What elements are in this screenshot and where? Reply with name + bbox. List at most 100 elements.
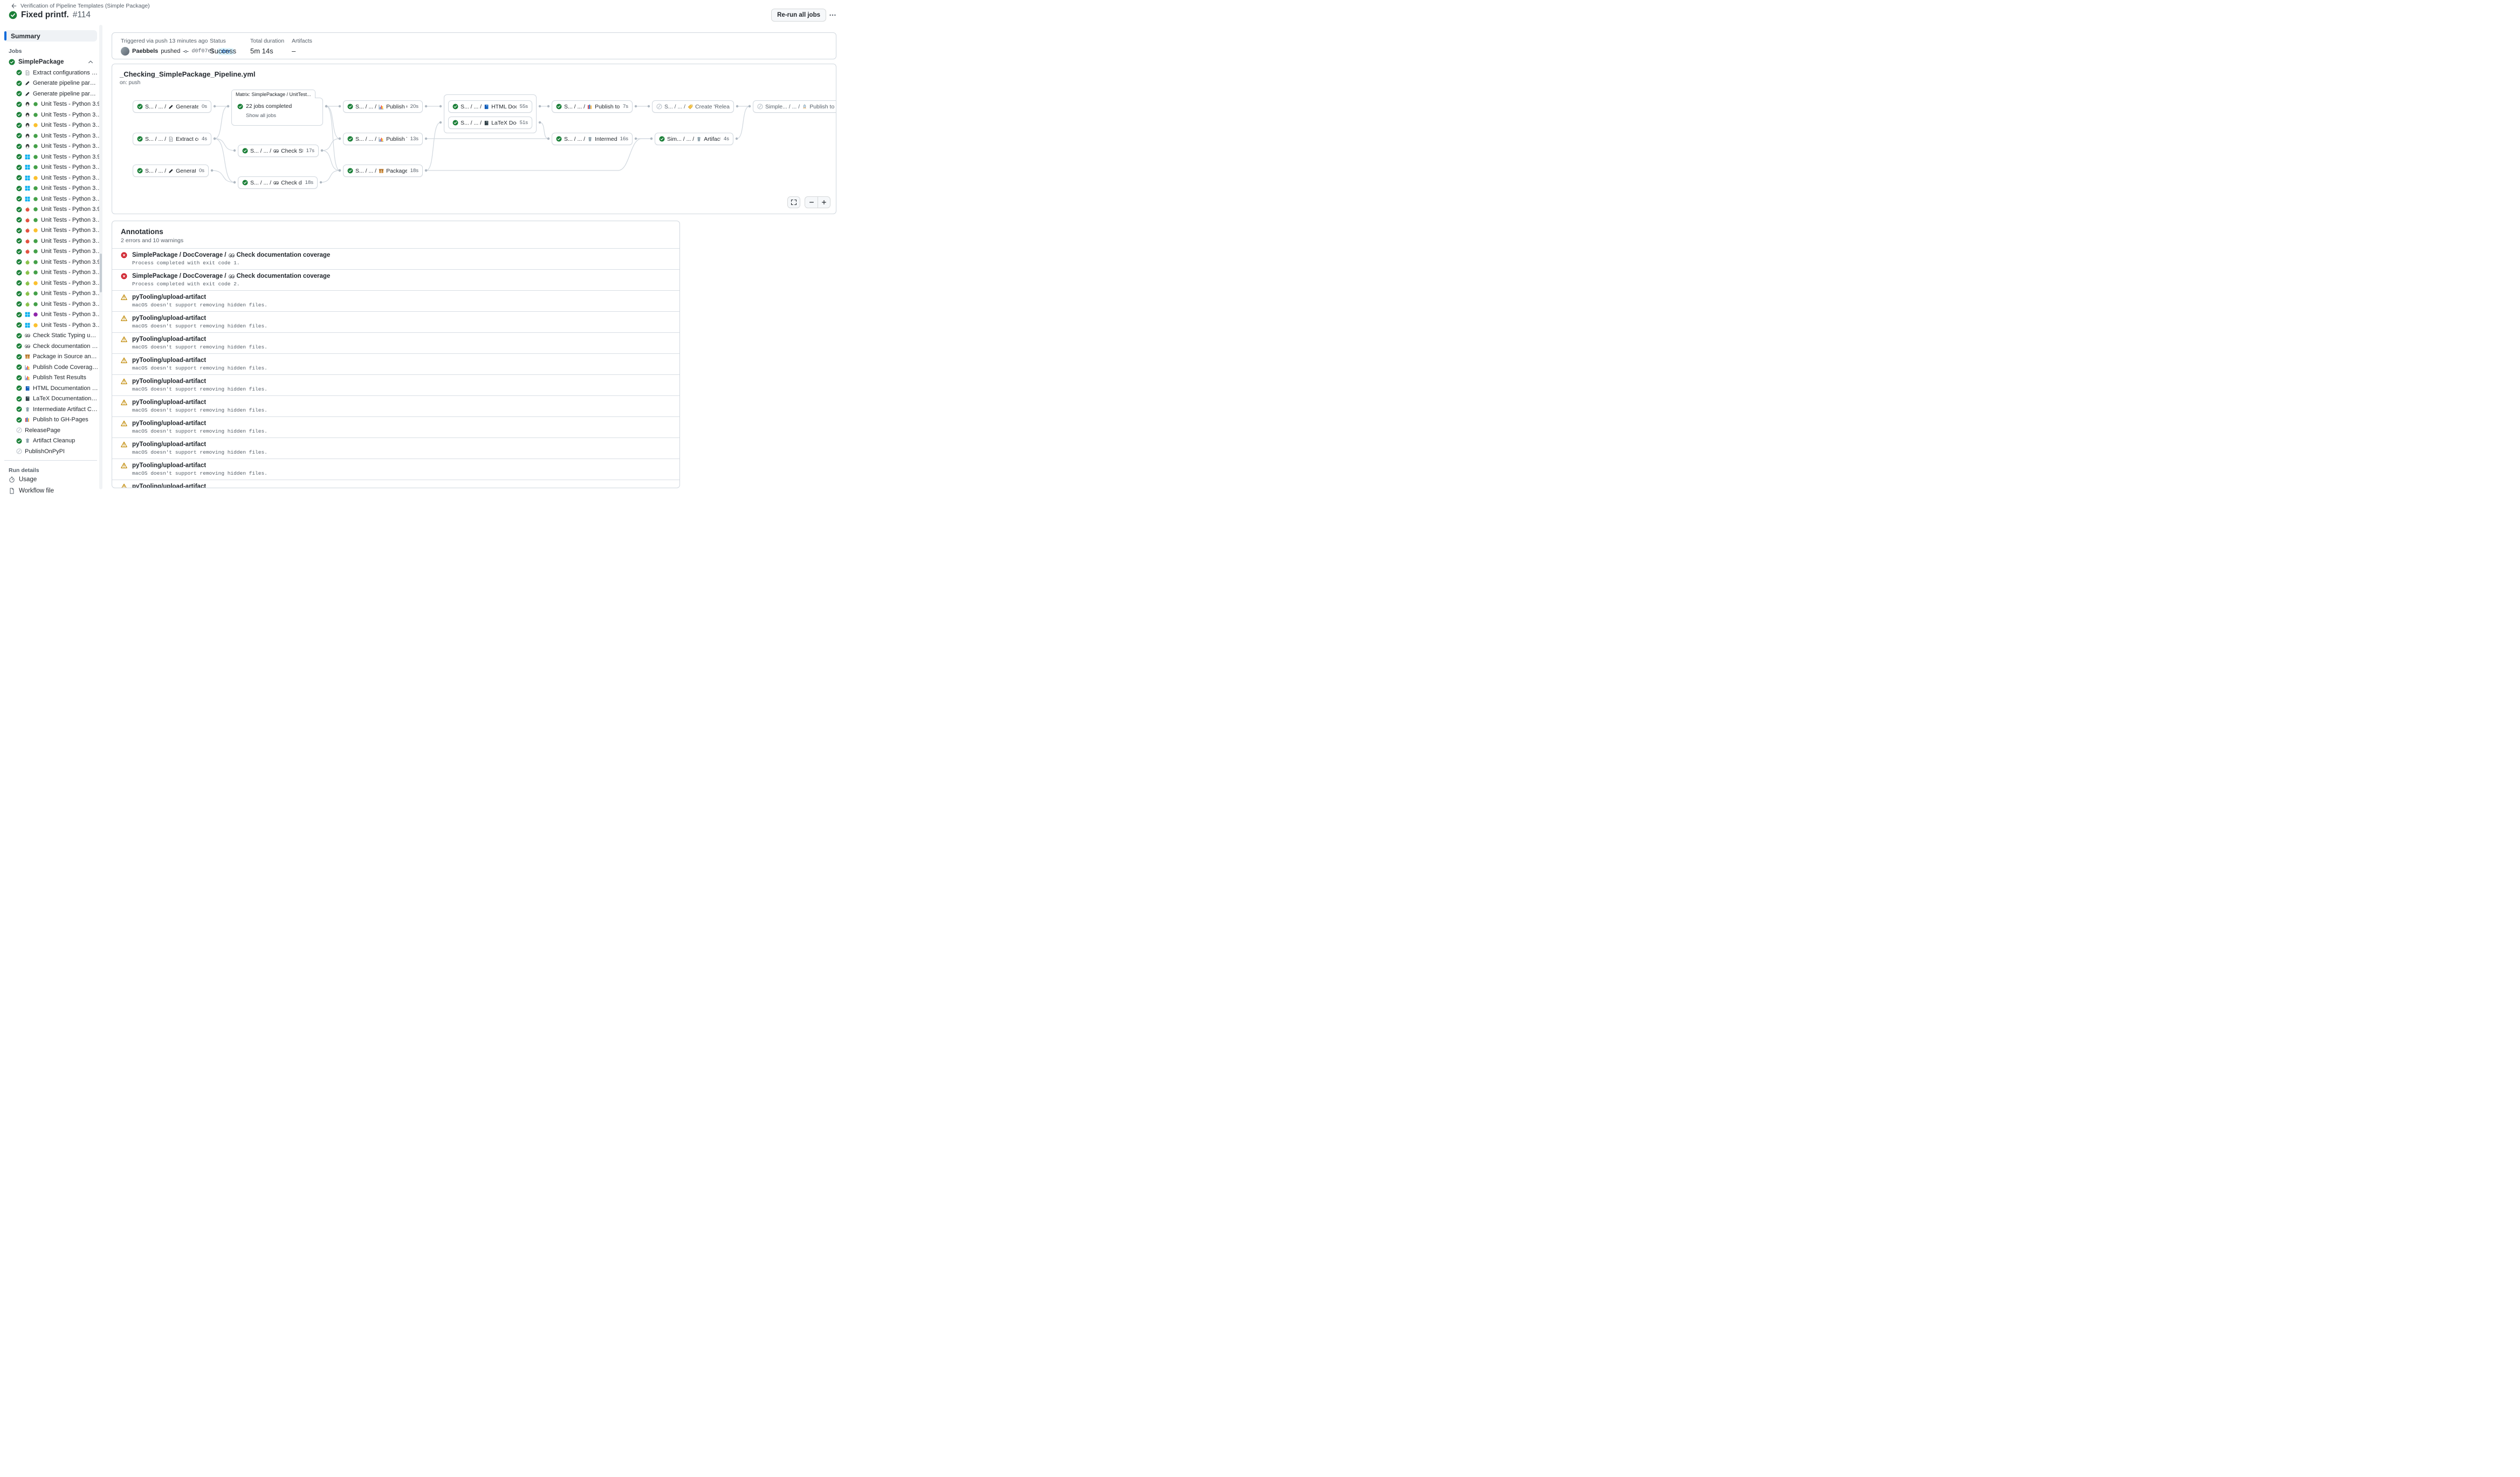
sidebar-job[interactable]: Unit Tests - Python 3.13 <box>4 194 102 204</box>
status-column: Status Success <box>210 38 250 54</box>
zoom-out-button[interactable] <box>805 196 818 208</box>
actor-name[interactable]: Paebbels <box>132 48 158 54</box>
sidebar-job[interactable]: Publish Code Coverage Results <box>4 362 102 373</box>
graph-node-pubCodeCov[interactable]: S... / ... /Publish Code C...20s <box>343 100 423 113</box>
scrollbar-thumb[interactable] <box>100 254 102 292</box>
sidebar-job[interactable]: LaTeX Documentation using ... <box>4 394 102 405</box>
job-label: Check documentation covera... <box>33 343 99 350</box>
book-dark-icon <box>25 396 30 401</box>
sidebar-job[interactable]: Publish Test Results <box>4 373 102 384</box>
node-prefix: S... / ... / <box>564 136 585 142</box>
check-success-icon <box>16 291 22 297</box>
sidebar-job[interactable]: Generate pipeline parameters <box>4 88 102 99</box>
artifacts-value: – <box>292 47 312 55</box>
rerun-all-jobs-button[interactable]: Re-run all jobs <box>771 9 826 22</box>
avatar[interactable] <box>121 47 129 56</box>
kebab-menu-button[interactable] <box>826 9 839 21</box>
sidebar-job[interactable]: Unit Tests - Python 3.12 <box>4 131 102 141</box>
sidebar-scrollbar[interactable] <box>99 25 102 489</box>
zoom-in-button[interactable] <box>818 196 830 208</box>
warning-icon <box>121 483 127 488</box>
graph-node-packageSrc[interactable]: S... / ... /Package in Sou...18s <box>343 165 423 177</box>
windows-icon <box>25 323 30 328</box>
sidebar-job[interactable]: Check documentation covera... <box>4 341 102 352</box>
sidebar-workflow-group[interactable]: SimplePackage <box>4 57 99 67</box>
sidebar-job[interactable]: Unit Tests - Python 3.9 <box>4 99 102 110</box>
job-label: Extract configurations from p... <box>33 70 99 76</box>
graph-node-htmlDoc[interactable]: S... / ... /HTML Docume...55s <box>448 100 532 113</box>
sidebar-job[interactable]: Unit Tests - Python 3.10 <box>4 268 102 278</box>
sidebar-job[interactable]: Unit Tests - Python 3.11 <box>4 278 102 289</box>
graph-node-intermediate[interactable]: S... / ... /Intermediate A...16s <box>552 133 633 145</box>
node-prefix: S... / ... / <box>355 104 376 110</box>
sidebar-item-usage[interactable]: Usage <box>4 475 102 485</box>
node-label: Artifact Cleanup <box>704 136 720 142</box>
job-label: Publish Code Coverage Results <box>33 364 99 371</box>
graph-node-createRelease[interactable]: S... / ... /Create 'Release Pa... <box>652 100 734 113</box>
sidebar-job[interactable]: Unit Tests - Python 3.10 <box>4 110 102 120</box>
graph-node-checkDoc[interactable]: S... / ... /Check docume...18s <box>238 176 318 189</box>
graph-node-pubPyPI[interactable]: Simple... / ... /Publish to PyPI <box>753 100 836 113</box>
status-value: Success <box>210 47 250 55</box>
sidebar-job[interactable]: Unit Tests - Python 3.11 <box>4 120 102 131</box>
show-all-jobs-link[interactable]: Show all jobs <box>246 113 317 119</box>
sidebar-job[interactable]: Unit Tests - Python 3.13 <box>4 299 102 310</box>
matrix-group-tab[interactable]: Matrix: SimplePackage / UnitTest... <box>231 90 315 98</box>
trash-icon <box>587 136 593 142</box>
sidebar-job[interactable]: Unit Tests - Python 3.12 <box>4 320 102 331</box>
sidebar-job[interactable]: Intermediate Artifact Cleanup <box>4 404 102 415</box>
sidebar-job[interactable]: Unit Tests - Python 3.9 <box>4 257 102 268</box>
chevron-up-icon[interactable] <box>87 59 94 65</box>
sidebar-job[interactable]: Unit Tests - Python 3.10 <box>4 215 102 225</box>
sidebar-job[interactable]: Unit Tests - Python 3.9 <box>4 204 102 215</box>
annotation-row: pyTooling/upload-artifactmacOS doesn't s… <box>112 311 679 332</box>
sidebar-job[interactable]: Unit Tests - Python 3.11 <box>4 173 102 183</box>
sidebar-job[interactable]: Unit Tests - Python 3.10 <box>4 162 102 173</box>
graph-node-artifactCleanup[interactable]: Sim... / ... /Artifact Cleanup4s <box>655 133 733 145</box>
graph-node-checkStatic[interactable]: S... / ... /Check Static Ty...17s <box>238 145 319 157</box>
sidebar-job[interactable]: Publish to GH-Pages <box>4 415 102 426</box>
sidebar-job[interactable]: Artifact Cleanup <box>4 436 102 447</box>
warning-icon <box>121 462 127 469</box>
sidebar-item-summary[interactable]: Summary <box>4 30 97 42</box>
node-prefix: S... / ... / <box>664 104 685 110</box>
sidebar-job[interactable]: Unit Tests - Python 3.12 <box>4 183 102 194</box>
graph-node-pubTest[interactable]: S... / ... /Publish Test Re...13s <box>343 133 423 145</box>
sidebar-job[interactable]: Unit Tests - Python 3.13 <box>4 141 102 152</box>
graph-node-gen2[interactable]: S... / ... /Generate pipelin...0s <box>133 165 209 177</box>
sidebar-job[interactable]: ReleasePage <box>4 425 102 436</box>
sidebar-job[interactable]: Unit Tests - Python 3.12 <box>4 289 102 299</box>
annotation-message: macOS doesn't support removing hidden fi… <box>132 428 671 434</box>
job-label: Unit Tests - Python 3.12 <box>41 322 102 329</box>
sidebar-job[interactable]: Unit Tests - Python 3.12 <box>4 236 102 247</box>
check-success-icon <box>16 112 22 118</box>
sidebar-job[interactable]: Unit Tests - Python 3.12 <box>4 310 102 320</box>
job-label: Generate pipeline parameters <box>33 91 99 97</box>
sidebar-job[interactable]: Extract configurations from p... <box>4 67 102 78</box>
matrix-group-box[interactable]: 22 jobs completed Show all jobs <box>231 98 323 126</box>
sidebar-job[interactable]: Unit Tests - Python 3.11 <box>4 225 102 236</box>
sidebar-job[interactable]: Unit Tests - Python 3.9 <box>4 152 102 162</box>
fullscreen-button[interactable] <box>787 196 800 208</box>
sidebar-job[interactable]: Check Static Typing using Pyt... <box>4 331 102 341</box>
graph-node-latexDoc[interactable]: S... / ... /LaTeX Docume...51s <box>448 117 532 129</box>
breadcrumb[interactable]: Verification of Pipeline Templates (Simp… <box>11 3 150 9</box>
sidebar-job[interactable]: Unit Tests - Python 3.13 <box>4 247 102 257</box>
warning-icon <box>121 294 127 300</box>
graph-node-pubGH[interactable]: S... / ... /Publish to GH-P...7s <box>552 100 633 113</box>
annotations-summary: 2 errors and 10 warnings <box>121 237 671 244</box>
trash-icon <box>25 407 30 412</box>
sidebar-job[interactable]: HTML Documentation using ... <box>4 383 102 394</box>
sidebar-job[interactable]: Package in Source and Wheel... <box>4 352 102 363</box>
sidebar-item-workflow-file[interactable]: Workflow file <box>4 486 102 496</box>
graph-node-extract[interactable]: S... / ... /Extract configur...4s <box>133 133 211 145</box>
check-success-icon <box>452 120 458 126</box>
graph-node-gen1[interactable]: S... / ... /Generate pipelin...0s <box>133 100 211 113</box>
apple-green-icon <box>25 270 30 275</box>
workflow-graph-card: _Checking_SimplePackage_Pipeline.yml on:… <box>112 64 836 214</box>
sidebar-job[interactable]: Generate pipeline parameters <box>4 78 102 89</box>
sidebar-job[interactable]: PublishOnPyPI <box>4 446 102 457</box>
eyes-icon <box>273 148 279 154</box>
annotation-title: pyTooling/upload-artifact <box>132 314 206 322</box>
check-success-icon <box>16 343 22 349</box>
